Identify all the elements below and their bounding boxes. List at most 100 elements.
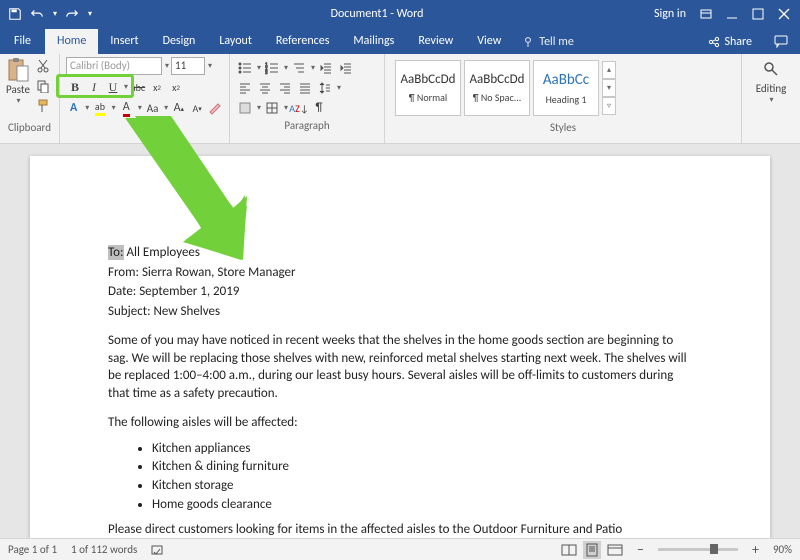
underline-button[interactable]: U	[104, 78, 122, 96]
page[interactable]: To: All Employees From: Sierra Rowan, St…	[30, 156, 770, 538]
ribbon-display-icon[interactable]	[700, 8, 712, 20]
italic-button[interactable]: I	[85, 78, 103, 96]
word-count[interactable]: 1 of 112 words	[71, 543, 137, 556]
font-name-select[interactable]: Calibri (Body)	[66, 57, 162, 75]
style-normal[interactable]: AaBbCcDd¶ Normal	[395, 60, 461, 116]
memo-date[interactable]: Date: September 1, 2019	[108, 283, 692, 301]
affected-intro[interactable]: The following aisles will be affected:	[108, 414, 692, 432]
qat-customize-icon[interactable]: ▾	[88, 9, 92, 19]
decrease-indent-icon[interactable]	[317, 59, 335, 77]
signin-link[interactable]: Sign in	[654, 7, 686, 21]
numbering-icon[interactable]: 123	[263, 59, 281, 77]
share-label: Share	[724, 35, 752, 49]
zoom-in-icon[interactable]: +	[752, 541, 759, 558]
redo-icon[interactable]	[65, 7, 79, 21]
superscript-button[interactable]: x2	[167, 78, 185, 96]
bold-button[interactable]: B	[66, 78, 84, 96]
titlebar: ▾ ▾ Document1 - Word Sign in	[0, 0, 800, 28]
memo-subject[interactable]: Subject: New Shelves	[108, 303, 692, 321]
group-font: Calibri (Body)▾ 11▾ B I U▾ abc x2 x2 A▾ …	[60, 54, 230, 143]
affected-list[interactable]: Kitchen appliances Kitchen & dining furn…	[152, 440, 692, 513]
memo-body[interactable]: Some of you may have noticed in recent w…	[108, 332, 692, 402]
font-size-select[interactable]: 11	[171, 57, 205, 75]
save-icon[interactable]	[8, 7, 22, 21]
print-layout-icon[interactable]	[583, 541, 601, 559]
tab-view[interactable]: View	[465, 29, 513, 54]
justify-icon[interactable]	[296, 79, 314, 97]
zoom-out-icon[interactable]: −	[637, 541, 644, 558]
share-button[interactable]: Share	[698, 30, 762, 54]
svg-text:3: 3	[265, 70, 268, 75]
tab-references[interactable]: References	[264, 29, 342, 54]
list-item[interactable]: Kitchen appliances	[152, 440, 692, 458]
undo-dropdown-icon[interactable]: ▾	[53, 9, 57, 19]
styles-label: Styles	[391, 119, 735, 134]
multilevel-list-icon[interactable]	[290, 59, 308, 77]
copy-icon[interactable]	[34, 77, 52, 95]
tab-review[interactable]: Review	[406, 29, 465, 54]
list-item[interactable]: Kitchen storage	[152, 477, 692, 495]
list-item[interactable]: Kitchen & dining furniture	[152, 458, 692, 476]
window-title: Document1 - Word	[100, 7, 654, 21]
highlight-color-icon[interactable]: ab	[92, 99, 107, 117]
zoom-level[interactable]: 90%	[773, 543, 792, 556]
status-bar: Page 1 of 1 1 of 112 words − + 90%	[0, 538, 800, 560]
font-label: Font	[66, 117, 223, 132]
tab-file[interactable]: File	[0, 29, 45, 54]
group-styles: AaBbCcDd¶ Normal AaBbCcDd¶ No Spac... Aa…	[385, 54, 742, 143]
clear-formatting-icon[interactable]	[208, 99, 223, 117]
shading-icon[interactable]	[236, 99, 254, 117]
paste-button[interactable]: Paste▾	[6, 57, 30, 106]
style-heading-1[interactable]: AaBbCcHeading 1	[533, 60, 599, 116]
increase-indent-icon[interactable]	[337, 59, 355, 77]
web-layout-icon[interactable]	[607, 543, 623, 557]
sort-icon[interactable]: AZ↓	[290, 99, 308, 117]
text-effects-icon[interactable]: A	[66, 99, 81, 117]
font-color-icon[interactable]: A	[119, 99, 134, 117]
ribbon: Paste▾ Clipboard Calibri (Body)▾ 11▾ B I…	[0, 54, 800, 144]
format-painter-icon[interactable]	[34, 97, 52, 115]
grow-font-icon[interactable]: A▴	[171, 99, 186, 117]
cut-icon[interactable]	[34, 57, 52, 75]
find-icon[interactable]	[762, 60, 780, 78]
memo-closing[interactable]: Please direct customers looking for item…	[108, 521, 692, 538]
strikethrough-button[interactable]: abc	[129, 78, 147, 96]
align-right-icon[interactable]	[276, 79, 294, 97]
tab-mailings[interactable]: Mailings	[341, 29, 406, 54]
tab-layout[interactable]: Layout	[207, 29, 264, 54]
read-mode-icon[interactable]	[561, 543, 577, 557]
align-center-icon[interactable]	[256, 79, 274, 97]
close-icon[interactable]	[778, 8, 790, 20]
borders-icon[interactable]	[263, 99, 281, 117]
bullets-icon[interactable]	[236, 59, 254, 77]
memo-from[interactable]: From: Sierra Rowan, Store Manager	[108, 264, 692, 282]
shrink-font-icon[interactable]: A▾	[189, 99, 204, 117]
editing-label: Editing	[756, 82, 787, 95]
line-spacing-icon[interactable]	[316, 79, 334, 97]
change-case-icon[interactable]: Aa	[145, 99, 160, 117]
tab-home[interactable]: Home	[45, 29, 98, 54]
clipboard-label: Clipboard	[6, 119, 53, 134]
tell-me[interactable]: Tell me	[513, 30, 584, 54]
list-item[interactable]: Home goods clearance	[152, 496, 692, 514]
memo-to[interactable]: To: All Employees	[108, 244, 692, 262]
style-no-spacing[interactable]: AaBbCcDd¶ No Spac...	[464, 60, 530, 116]
paragraph-label: Paragraph	[236, 117, 378, 132]
subscript-button[interactable]: x2	[148, 78, 166, 96]
page-indicator[interactable]: Page 1 of 1	[8, 543, 57, 556]
align-left-icon[interactable]	[236, 79, 254, 97]
ribbon-tabs: File Home Insert Design Layout Reference…	[0, 28, 800, 54]
styles-gallery-scroll[interactable]: ▴▾▿	[602, 61, 616, 115]
maximize-icon[interactable]	[752, 8, 764, 20]
selected-text[interactable]: To:	[108, 245, 124, 260]
tab-design[interactable]: Design	[151, 29, 208, 54]
comments-icon[interactable]	[762, 29, 800, 54]
tab-insert[interactable]: Insert	[98, 29, 150, 54]
spell-check-icon[interactable]	[151, 543, 165, 557]
undo-icon[interactable]	[30, 7, 44, 21]
zoom-slider[interactable]	[658, 548, 738, 551]
minimize-icon[interactable]	[726, 8, 738, 20]
show-marks-icon[interactable]: ¶	[310, 99, 328, 117]
group-clipboard: Paste▾ Clipboard	[0, 54, 60, 143]
document-area[interactable]: To: All Employees From: Sierra Rowan, St…	[0, 144, 800, 538]
